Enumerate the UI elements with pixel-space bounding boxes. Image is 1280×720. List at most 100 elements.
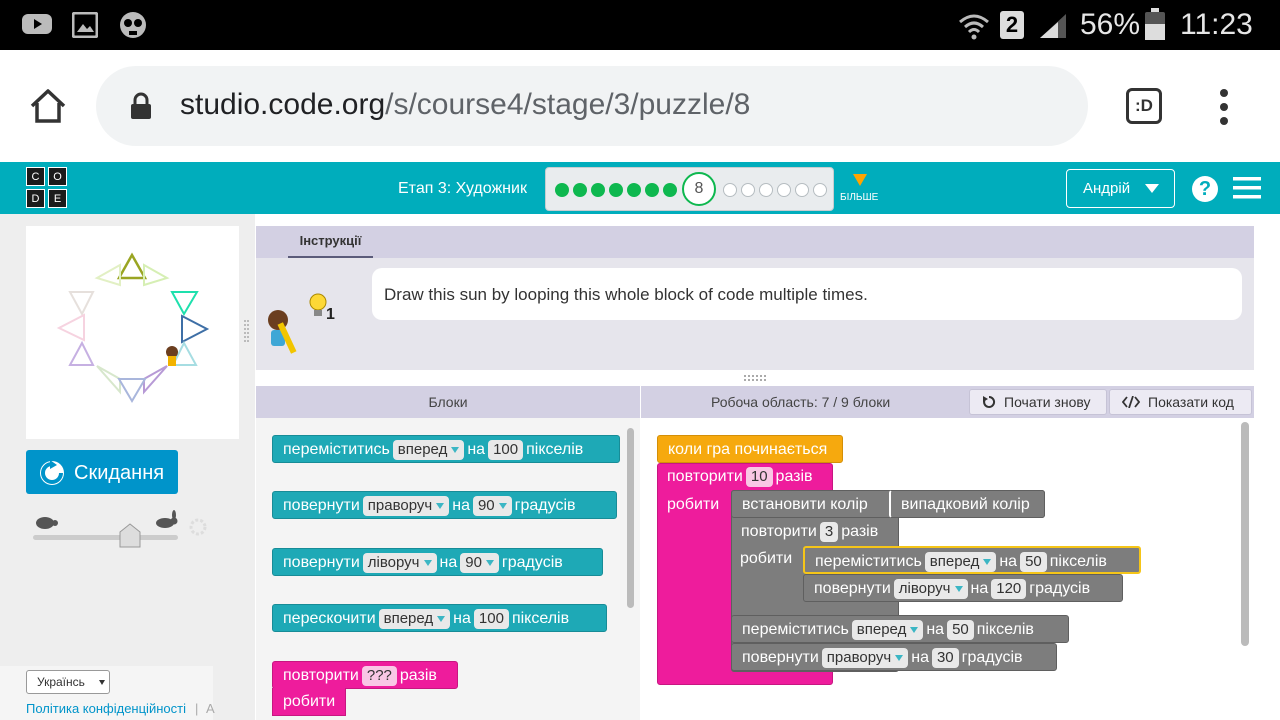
column-resize-handle[interactable] (244, 320, 249, 342)
clock: 11:23 (1180, 8, 1253, 41)
outer-move-block[interactable]: переміститись вперед на 50 пікселів (731, 615, 1069, 643)
url-text[interactable]: studio.code.org/s/course4/stage/3/puzzle… (180, 88, 750, 122)
direction-dropdown[interactable]: ліворуч (362, 552, 437, 573)
direction-dropdown[interactable]: вперед (378, 608, 451, 629)
wifi-icon (959, 14, 989, 40)
angle-dropdown[interactable]: 90 (460, 552, 499, 573)
block-text: градусів (961, 649, 1023, 666)
more-vert-icon[interactable] (1214, 88, 1234, 126)
restart-button[interactable]: Почати знову (969, 389, 1107, 415)
block-text: на (999, 553, 1018, 570)
dropdown-arrow-icon (437, 615, 446, 622)
user-menu-button[interactable]: Андрій (1066, 169, 1175, 208)
dropdown-value: вперед (856, 620, 907, 638)
stage-title[interactable]: Етап 3: Художник (398, 180, 527, 198)
footer-link-partial[interactable]: А (206, 701, 215, 716)
signal-icon (1040, 14, 1066, 38)
more-stages-button[interactable]: БІЛЬШЕ (840, 174, 880, 206)
block-text: переміститись (283, 441, 390, 458)
inner-turn-block[interactable]: повернути ліворуч на 120 градусів (803, 574, 1123, 602)
direction-dropdown[interactable]: вперед (392, 439, 465, 460)
battery-icon (1145, 8, 1165, 40)
block-text: на (453, 610, 471, 627)
dropdown-value: 90 (477, 496, 495, 514)
speed-slider-track[interactable] (33, 535, 178, 540)
progress-dot[interactable] (609, 183, 623, 197)
direction-dropdown[interactable]: вперед (851, 619, 924, 640)
number-field[interactable]: 100 (488, 439, 524, 460)
reset-button[interactable]: Скидання (26, 450, 178, 494)
outer-turn-block[interactable]: повернути праворуч на 30 градусів (731, 643, 1057, 671)
number-field[interactable]: 50 (1020, 551, 1047, 572)
block-text: пікселів (526, 441, 584, 458)
current-puzzle-dot[interactable]: 8 (682, 172, 716, 206)
progress-dot[interactable] (723, 183, 737, 197)
progress-dot[interactable] (759, 183, 773, 197)
block-text: на (911, 649, 929, 666)
hamburger-menu-icon[interactable] (1233, 177, 1261, 199)
progress-dot[interactable] (627, 183, 641, 197)
progress-dot[interactable] (645, 183, 659, 197)
progress-dot[interactable] (777, 183, 791, 197)
progress-dot[interactable] (663, 183, 677, 197)
dropdown-arrow-icon (436, 502, 445, 509)
progress-dot[interactable] (813, 183, 827, 197)
when-run-block[interactable]: коли гра починається (657, 435, 843, 463)
tab-switcher-button[interactable]: :D (1126, 88, 1162, 124)
code-logo[interactable]: C O D E (26, 167, 72, 209)
select-caret-icon (99, 680, 105, 685)
home-icon[interactable] (28, 86, 68, 126)
toolbox-jump-block[interactable]: перескочити вперед на 100 пікселів (272, 604, 607, 632)
repeat-count-field[interactable]: 10 (745, 466, 773, 487)
toolbox-scrollbar[interactable] (627, 428, 634, 608)
number-field[interactable]: 30 (931, 647, 959, 668)
restart-label: Почати знову (1004, 394, 1091, 410)
progress-dot[interactable] (555, 183, 569, 197)
instructions-bubble: Draw this sun by looping this whole bloc… (372, 268, 1242, 320)
outer-repeat-header[interactable]: повторити 10 разів (657, 463, 833, 491)
toolbox-repeat-block[interactable]: повторити??? разів (272, 661, 458, 689)
language-select[interactable]: Українсь (26, 670, 110, 694)
block-text: на (452, 497, 470, 514)
block-text: градусів (514, 497, 576, 514)
show-code-button[interactable]: Показати код (1109, 389, 1252, 415)
speed-slider-handle[interactable] (119, 523, 141, 548)
blocks-toolbox: переміститись вперед на 100 пікселів поверну… (256, 418, 640, 720)
number-field[interactable]: 120 (991, 578, 1027, 599)
toolbox-turn-left-block[interactable]: повернути ліворуч на 90 градусів (272, 548, 603, 576)
sun-drawing (56, 252, 210, 403)
random-color-block[interactable]: випадковий колір (889, 490, 1045, 518)
progress-dot[interactable] (795, 183, 809, 197)
number-field[interactable]: 50 (947, 619, 974, 640)
youtube-icon (22, 14, 52, 34)
repeat-count-field[interactable]: 3 (819, 521, 839, 542)
drawing-canvas (26, 226, 239, 439)
block-text: пікселів (1049, 553, 1107, 570)
inner-move-block[interactable]: переміститись вперед на 50 пікселів (803, 546, 1141, 574)
block-text: разів (775, 468, 813, 485)
toolbox-turn-right-block[interactable]: повернути праворуч на 90 градусів (272, 491, 617, 519)
workspace-scrollbar[interactable] (1241, 422, 1249, 646)
direction-dropdown[interactable]: вперед (924, 551, 997, 572)
block-text: встановити колір (742, 496, 868, 513)
row-resize-handle[interactable] (744, 375, 766, 381)
dropdown-value: вперед (383, 609, 434, 627)
number-field[interactable]: 100 (473, 608, 509, 629)
progress-dot[interactable] (741, 183, 755, 197)
progress-dot[interactable] (573, 183, 587, 197)
direction-dropdown[interactable]: ліворуч (893, 578, 968, 599)
progress-dot[interactable] (591, 183, 605, 197)
direction-dropdown[interactable]: праворуч (362, 495, 450, 516)
angle-dropdown[interactable]: 90 (472, 495, 512, 516)
repeat-count-field[interactable]: ??? (361, 665, 397, 686)
inner-repeat-header[interactable]: повторити 3 разів (731, 518, 899, 546)
help-icon[interactable]: ? (1192, 176, 1218, 202)
block-text: повернути (283, 497, 360, 514)
tab-instructions[interactable]: Інструкції (288, 226, 373, 258)
address-bar[interactable]: studio.code.org/s/course4/stage/3/puzzle… (96, 66, 1088, 146)
direction-dropdown[interactable]: праворуч (821, 647, 909, 668)
toolbox-move-block[interactable]: переміститись вперед на 100 пікселів (272, 435, 620, 463)
block-text: повторити (667, 468, 743, 485)
privacy-link[interactable]: Політика конфіденційності (26, 701, 186, 716)
dropdown-value: праворуч (367, 496, 433, 514)
